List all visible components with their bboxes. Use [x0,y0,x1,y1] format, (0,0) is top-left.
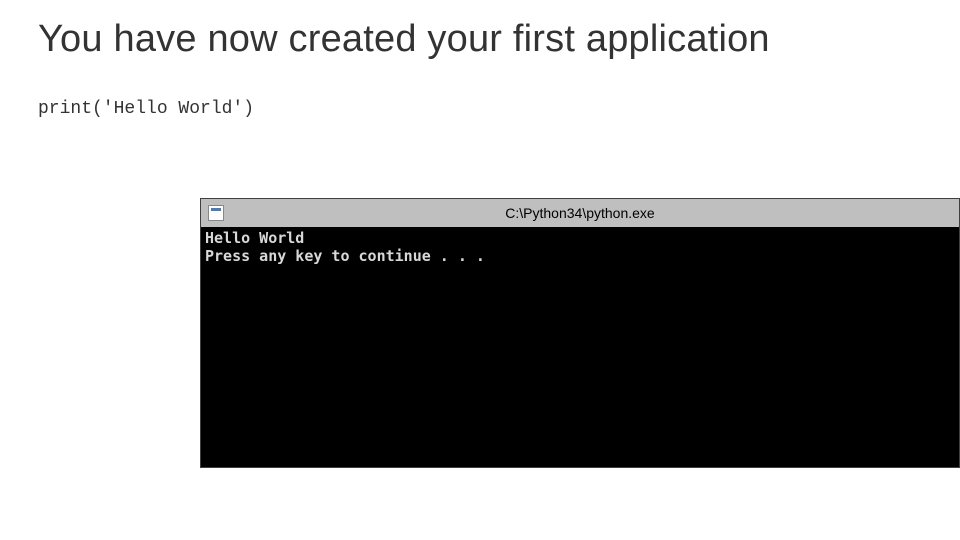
console-output: Hello World Press any key to continue . … [201,227,959,268]
slide-title: You have now created your first applicat… [38,18,922,61]
window-titlebar[interactable]: C:\Python34\python.exe [201,199,959,227]
console-window: C:\Python34\python.exe Hello World Press… [200,198,960,468]
window-title: C:\Python34\python.exe [505,205,654,221]
app-icon [208,205,224,221]
output-line: Hello World [205,229,304,247]
output-line: Press any key to continue . . . [205,247,485,265]
code-snippet: print('Hello World') [38,99,922,119]
slide: You have now created your first applicat… [0,0,960,167]
